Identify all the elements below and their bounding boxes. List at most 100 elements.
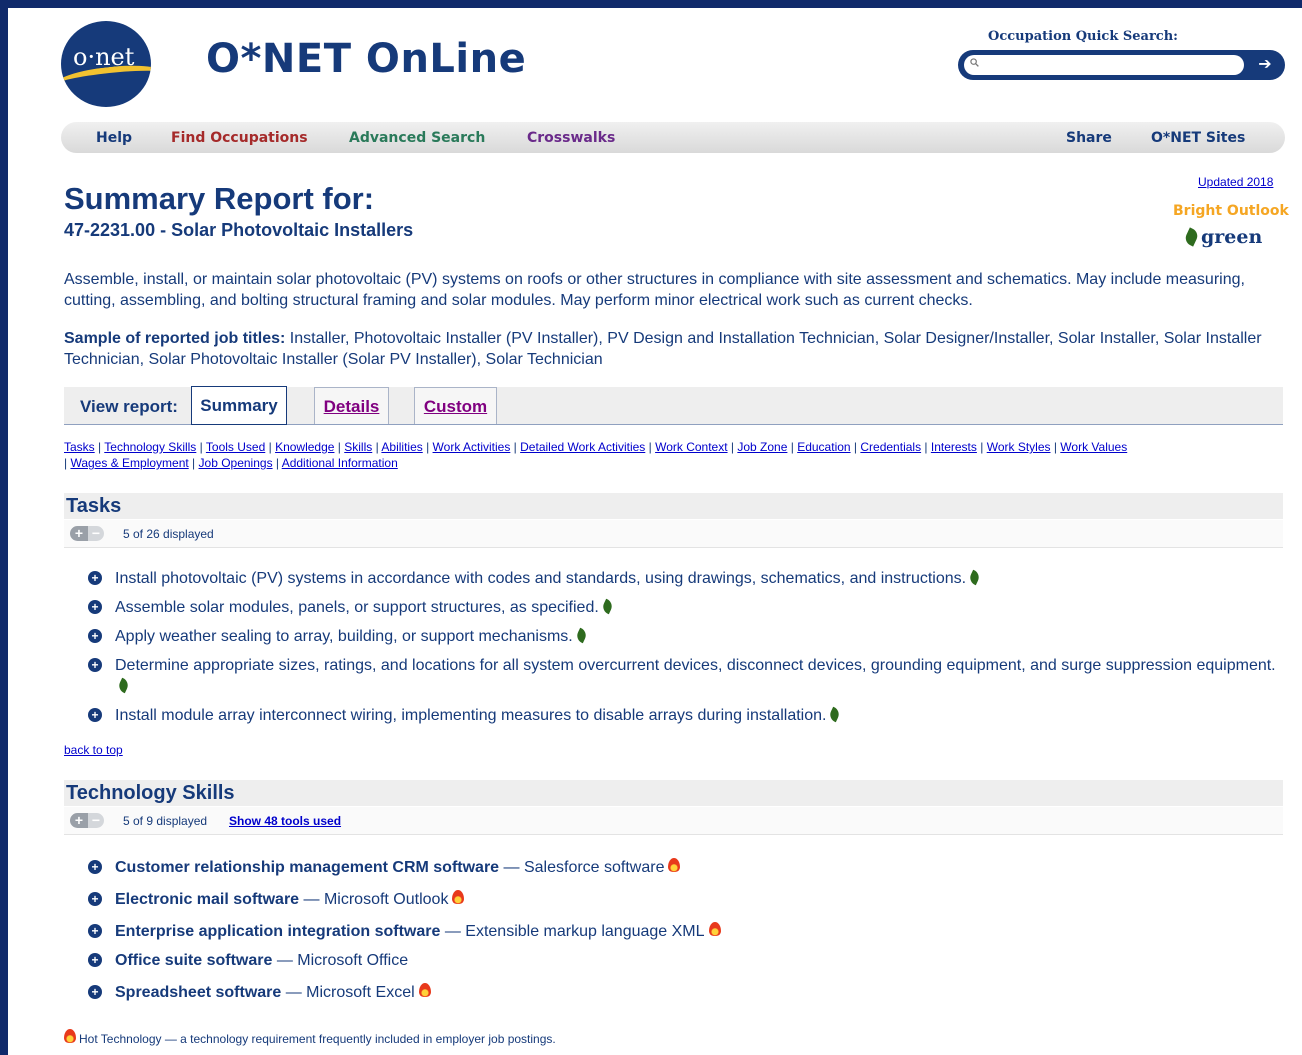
hot-technology-note: Hot Technology — a technology requiremen… bbox=[64, 1029, 556, 1046]
tab-summary[interactable]: Summary bbox=[191, 386, 287, 425]
expand-collapse-toggle: + − bbox=[70, 813, 104, 828]
logo-text: o·net bbox=[73, 43, 135, 71]
link-interests[interactable]: Interests bbox=[931, 440, 977, 454]
task-text: Assemble solar modules, panels, or suppo… bbox=[115, 599, 599, 616]
task-text: Determine appropriate sizes, ratings, an… bbox=[115, 657, 1276, 674]
bright-outlook-badge[interactable]: Bright Outlook bbox=[1173, 203, 1289, 219]
report-view-bar: View report: Summary Details Custom bbox=[64, 386, 1283, 425]
expand-tech-icon[interactable]: + bbox=[88, 953, 102, 967]
tech-category: Spreadsheet software bbox=[115, 984, 282, 1001]
link-work-context[interactable]: Work Context bbox=[655, 440, 727, 454]
quick-search-input[interactable] bbox=[964, 55, 1244, 75]
nav-help[interactable]: Help bbox=[96, 130, 132, 146]
link-job-openings[interactable]: Job Openings bbox=[199, 456, 273, 470]
show-tools-link[interactable]: Show 48 tools used bbox=[229, 814, 341, 828]
nav-share[interactable]: Share bbox=[1066, 130, 1112, 146]
task-item: + Install photovoltaic (PV) systems in ac… bbox=[88, 568, 1283, 589]
tech-item: + Customer relationship management CRM so… bbox=[88, 857, 1283, 878]
expand-task-icon[interactable]: + bbox=[88, 629, 102, 643]
back-to-top-link[interactable]: back to top bbox=[64, 743, 123, 757]
link-skills[interactable]: Skills bbox=[344, 440, 372, 454]
green-badge[interactable]: green bbox=[1183, 226, 1263, 248]
expand-task-icon[interactable]: + bbox=[88, 600, 102, 614]
hot-technology-icon bbox=[708, 922, 721, 936]
tasks-heading: Tasks bbox=[64, 493, 1283, 519]
expand-task-icon[interactable]: + bbox=[88, 571, 102, 585]
occupation-code-title: 47-2231.00 - Solar Photovoltaic Installe… bbox=[64, 220, 414, 240]
bright-outlook-text: Bright Outlook bbox=[1173, 203, 1289, 219]
tech-category: Electronic mail software bbox=[115, 891, 300, 908]
page-title: Summary Report for: bbox=[64, 181, 375, 216]
link-tools-used[interactable]: Tools Used bbox=[206, 440, 265, 454]
updated-link[interactable]: Updated 2018 bbox=[1198, 175, 1273, 189]
expand-tech-icon[interactable]: + bbox=[88, 860, 102, 874]
quick-search-label: Occupation Quick Search: bbox=[988, 29, 1178, 44]
expand-task-icon[interactable]: + bbox=[88, 658, 102, 672]
task-item: + Assemble solar modules, panels, or supp… bbox=[88, 597, 1283, 618]
link-knowledge[interactable]: Knowledge bbox=[275, 440, 334, 454]
main-nav-bar: Help Find Occupations Advanced Search Cr… bbox=[61, 122, 1285, 153]
tech-item: + Spreadsheet software — Microsoft Excel bbox=[88, 982, 1283, 1003]
link-job-zone[interactable]: Job Zone bbox=[737, 440, 787, 454]
section-links: Tasks | Technology Skills | Tools Used |… bbox=[64, 440, 1128, 470]
nav-find-occupations[interactable]: Find Occupations bbox=[171, 130, 308, 146]
site-title[interactable]: O*NET OnLine bbox=[206, 36, 526, 82]
link-wages-employment[interactable]: Wages & Employment bbox=[70, 456, 188, 470]
green-text: green bbox=[1201, 226, 1263, 248]
link-work-activities[interactable]: Work Activities bbox=[433, 440, 511, 454]
link-technology-skills[interactable]: Technology Skills bbox=[104, 440, 196, 454]
link-abilities[interactable]: Abilities bbox=[381, 440, 422, 454]
hot-technology-icon bbox=[64, 1029, 76, 1043]
tab-custom[interactable]: Custom bbox=[414, 387, 497, 424]
hot-technology-icon bbox=[418, 983, 431, 997]
search-go-arrow-icon[interactable]: ➔ bbox=[1250, 53, 1280, 77]
tech-displayed-count: 5 of 9 displayed bbox=[123, 814, 208, 828]
expand-plus-icon[interactable]: + bbox=[70, 526, 88, 541]
expand-tech-icon[interactable]: + bbox=[88, 892, 102, 906]
collapse-minus-icon[interactable]: − bbox=[88, 813, 104, 828]
page: o·net O*NET OnLine Occupation Quick Sear… bbox=[8, 8, 1302, 1055]
green-leaf-icon bbox=[967, 569, 982, 586]
hot-note-text: Hot Technology — a technology requiremen… bbox=[79, 1032, 556, 1046]
tech-example: — Microsoft Outlook bbox=[299, 891, 449, 908]
expand-collapse-toggle: + − bbox=[70, 526, 104, 541]
green-leaf-icon bbox=[828, 706, 842, 723]
collapse-minus-icon[interactable]: − bbox=[88, 526, 104, 541]
search-icon bbox=[970, 58, 979, 67]
link-tasks[interactable]: Tasks bbox=[64, 440, 95, 454]
tasks-displayed-count: 5 of 26 displayed bbox=[123, 527, 214, 541]
tech-item: + Electronic mail software — Microsoft Ou… bbox=[88, 889, 1283, 910]
expand-task-icon[interactable]: + bbox=[88, 708, 102, 722]
technology-skills-heading: Technology Skills bbox=[64, 780, 1283, 806]
tech-item: + Office suite software — Microsoft Offic… bbox=[88, 950, 1283, 971]
nav-crosswalks[interactable]: Crosswalks bbox=[527, 130, 615, 146]
nav-onet-sites[interactable]: O*NET Sites bbox=[1151, 130, 1245, 146]
task-text: Apply weather sealing to array, building… bbox=[115, 628, 573, 645]
tech-skills-list: + Customer relationship management CRM so… bbox=[88, 857, 1283, 1003]
expand-tech-icon[interactable]: + bbox=[88, 985, 102, 999]
task-item: + Apply weather sealing to array, buildin… bbox=[88, 626, 1283, 647]
sample-job-titles: Sample of reported job titles: Installer… bbox=[64, 328, 1279, 370]
link-additional-information[interactable]: Additional Information bbox=[282, 456, 398, 470]
link-detailed-work-activities[interactable]: Detailed Work Activities bbox=[520, 440, 645, 454]
tab-details[interactable]: Details bbox=[314, 387, 389, 424]
link-credentials[interactable]: Credentials bbox=[860, 440, 921, 454]
sample-label: Sample of reported job titles: bbox=[64, 330, 286, 347]
green-leaf-icon bbox=[116, 677, 131, 694]
nav-advanced-search[interactable]: Advanced Search bbox=[349, 130, 485, 146]
link-work-styles[interactable]: Work Styles bbox=[987, 440, 1051, 454]
expand-tech-icon[interactable]: + bbox=[88, 924, 102, 938]
link-work-values[interactable]: Work Values bbox=[1060, 440, 1127, 454]
tech-example: — Extensible markup language XML bbox=[440, 923, 705, 940]
tech-item: + Enterprise application integration soft… bbox=[88, 921, 1283, 942]
hot-technology-icon bbox=[452, 890, 465, 904]
tech-example: — Microsoft Excel bbox=[281, 984, 415, 1001]
task-item: + Determine appropriate sizes, ratings, a… bbox=[88, 655, 1283, 697]
tasks-list: + Install photovoltaic (PV) systems in ac… bbox=[88, 568, 1283, 726]
link-education[interactable]: Education bbox=[797, 440, 850, 454]
green-leaf-icon bbox=[600, 598, 615, 615]
tech-category: Customer relationship management CRM sof… bbox=[115, 859, 500, 876]
view-report-label: View report: bbox=[80, 397, 178, 416]
onet-logo[interactable]: o·net bbox=[61, 21, 151, 107]
expand-plus-icon[interactable]: + bbox=[70, 813, 88, 828]
